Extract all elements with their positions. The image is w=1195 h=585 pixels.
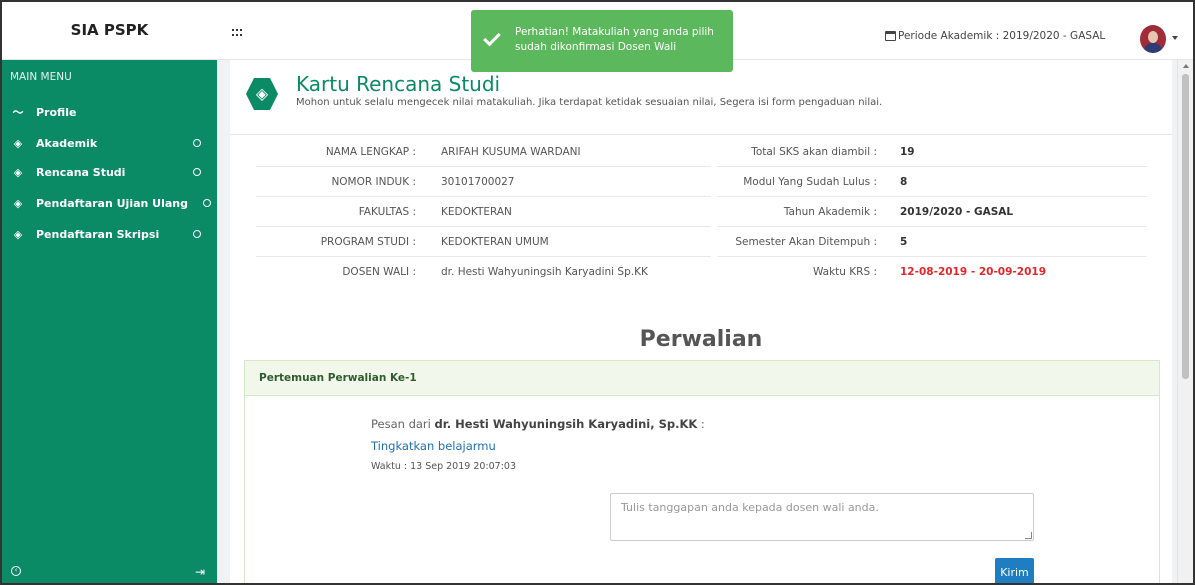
info-label: Waktu KRS : xyxy=(812,266,877,278)
scroll-up-icon[interactable] xyxy=(1183,64,1189,68)
sidebar-item-akademik[interactable]: ◈ Akademik xyxy=(2,133,217,153)
info-row: NOMOR INDUK : 30101700027 xyxy=(256,167,711,197)
sidebar: MAIN MENU 〜 Profile ◈ Akademik ◈ Rencana… xyxy=(2,60,217,585)
layers-icon: ◈ xyxy=(13,136,23,150)
layers-icon: ◈ xyxy=(246,78,278,110)
layers-icon: ◈ xyxy=(13,227,23,241)
info-value: ARIFAH KUSUMA WARDANI xyxy=(441,145,581,158)
message-sender-suffix: : xyxy=(697,417,705,431)
academic-period: Periode Akademik : 2019/2020 - GASAL xyxy=(885,30,1105,42)
divider xyxy=(230,134,1172,135)
panel-title: Pertemuan Perwalian Ke-1 xyxy=(245,361,1159,396)
app-brand[interactable]: SIA PSPK xyxy=(2,0,217,60)
sidebar-item-profile[interactable]: 〜 Profile xyxy=(2,102,217,122)
expand-circle-icon xyxy=(193,230,201,238)
info-label: Semester Akan Ditempuh : xyxy=(735,235,877,248)
message-sender-name: dr. Hesti Wahyuningsih Karyadini, Sp.KK xyxy=(434,417,698,431)
sidebar-item-label: Akademik xyxy=(36,136,98,150)
expand-circle-icon xyxy=(203,199,211,207)
info-label: Modul Yang Sudah Lulus : xyxy=(743,175,877,188)
expand-circle-icon xyxy=(193,139,201,147)
info-row: Modul Yang Sudah Lulus : 8 xyxy=(717,167,1147,197)
check-icon xyxy=(483,28,501,47)
info-row: NAMA LENGKAP : ARIFAH KUSUMA WARDANI xyxy=(256,137,711,167)
info-value: KEDOKTERAN UMUM xyxy=(441,235,549,248)
sidebar-item-label: Pendaftaran Ujian Ulang xyxy=(36,196,189,210)
sidebar-item-rencana-studi[interactable]: ◈ Rencana Studi xyxy=(2,162,217,182)
perwalian-panel: Pertemuan Perwalian Ke-1 Pesan dari dr. … xyxy=(244,360,1160,585)
info-value: KEDOKTERAN xyxy=(441,205,512,218)
scrollbar-thumb[interactable] xyxy=(1182,74,1189,379)
calendar-icon xyxy=(885,31,896,41)
sidebar-item-label: Profile xyxy=(36,105,77,119)
info-value: 19 xyxy=(900,145,915,158)
info-label: Tahun Akademik : xyxy=(783,205,877,218)
academic-period-text: Periode Akademik : 2019/2020 - GASAL xyxy=(898,30,1106,42)
menu-title: MAIN MENU xyxy=(10,71,72,83)
reply-textarea[interactable] xyxy=(610,493,1034,541)
sidebar-item-skripsi[interactable]: ◈ Pendaftaran Skripsi xyxy=(2,224,217,244)
info-label: DOSEN WALI : xyxy=(342,266,416,278)
scrollbar[interactable] xyxy=(1177,60,1193,585)
info-label: NOMOR INDUK : xyxy=(331,175,416,188)
main-content: ◈ Kartu Rencana Studi Mohon untuk selalu… xyxy=(230,60,1172,585)
user-avatar[interactable] xyxy=(1140,25,1166,53)
info-value: dr. Hesti Wahyuningsih Karyadini Sp.KK xyxy=(441,266,648,278)
resize-grip-icon[interactable] xyxy=(1025,532,1032,539)
info-row: FAKULTAS : KEDOKTERAN xyxy=(256,197,711,227)
message-time: Waktu : 13 Sep 2019 20:07:03 xyxy=(371,461,516,472)
info-row: Total SKS akan diambil : 19 xyxy=(717,137,1147,167)
message-sender-prefix: Pesan dari xyxy=(371,417,431,431)
sidebar-item-ujian-ulang[interactable]: ◈ Pendaftaran Ujian Ulang xyxy=(2,193,217,213)
logout-icon[interactable]: ⇥ xyxy=(195,565,205,579)
info-label: FAKULTAS : xyxy=(358,205,416,218)
message-sender: Pesan dari dr. Hesti Wahyuningsih Karyad… xyxy=(371,417,705,431)
page-subtitle: Mohon untuk selalu mengecek nilai mataku… xyxy=(296,97,883,108)
info-label: PROGRAM STUDI : xyxy=(320,235,416,248)
apps-grid-icon[interactable] xyxy=(232,29,242,37)
toast-message: Perhatian! Matakuliah yang anda pilih su… xyxy=(515,26,714,53)
sidebar-item-label: Rencana Studi xyxy=(36,165,126,179)
info-value: 2019/2020 - GASAL xyxy=(900,205,1014,218)
layers-icon: ◈ xyxy=(13,196,23,210)
send-button[interactable]: Kirim xyxy=(995,558,1034,585)
info-value: 30101700027 xyxy=(441,175,515,188)
sidebar-item-label: Pendaftaran Skripsi xyxy=(36,227,160,241)
info-row: PROGRAM STUDI : KEDOKTERAN UMUM xyxy=(256,227,711,257)
info-label: Total SKS akan diambil : xyxy=(751,145,877,158)
info-label: NAMA LENGKAP : xyxy=(325,145,416,158)
chevron-down-icon[interactable] xyxy=(1172,36,1178,40)
info-row: DOSEN WALI : dr. Hesti Wahyuningsih Kary… xyxy=(256,257,711,287)
section-title: Perwalian xyxy=(639,327,763,352)
info-value: 8 xyxy=(900,175,908,188)
info-row: Tahun Akademik : 2019/2020 - GASAL xyxy=(717,197,1147,227)
success-toast[interactable]: Perhatian! Matakuliah yang anda pilih su… xyxy=(471,10,733,72)
info-value: 5 xyxy=(900,235,908,248)
info-row: Semester Akan Ditempuh : 5 xyxy=(717,227,1147,257)
info-row: Waktu KRS : 12-08-2019 - 20-09-2019 xyxy=(717,257,1147,287)
chart-line-icon: 〜 xyxy=(12,106,24,119)
layers-icon: ◈ xyxy=(13,165,23,179)
krs-period-value: 12-08-2019 - 20-09-2019 xyxy=(900,266,1046,278)
collapse-sidebar-icon[interactable]: ‹ xyxy=(11,566,21,576)
page-title: Kartu Rencana Studi xyxy=(296,72,501,96)
expand-circle-icon xyxy=(193,168,201,176)
message-text: Tingkatkan belajarmu xyxy=(371,439,496,453)
